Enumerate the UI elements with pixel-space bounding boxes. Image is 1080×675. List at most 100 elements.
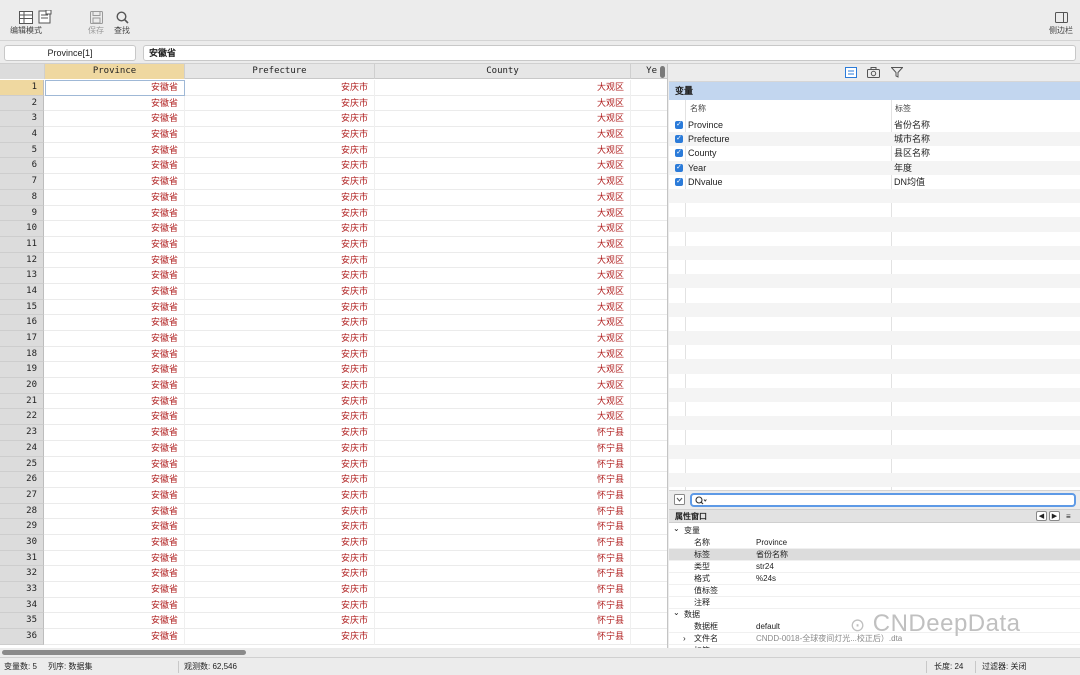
row-number[interactable]: 17 bbox=[0, 331, 44, 347]
cell-county[interactable]: 大观区 bbox=[375, 393, 631, 410]
table-row[interactable]: 29 安徽省 安庆市 怀宁县 bbox=[0, 519, 667, 535]
cell-year[interactable] bbox=[631, 613, 667, 629]
variables-manager-button[interactable] bbox=[38, 9, 52, 25]
cell-county[interactable]: 怀宁县 bbox=[375, 550, 631, 567]
table-row[interactable]: 14 安徽省 安庆市 大观区 bbox=[0, 283, 667, 300]
table-row[interactable]: 15 安徽省 安庆市 大观区 bbox=[0, 299, 667, 316]
cell-year[interactable] bbox=[631, 535, 667, 551]
row-number[interactable]: 24 bbox=[0, 440, 44, 457]
cell-year[interactable] bbox=[631, 488, 667, 504]
row-number[interactable]: 6 bbox=[0, 158, 44, 175]
row-number[interactable]: 9 bbox=[0, 205, 44, 222]
cell-prefecture[interactable]: 安庆市 bbox=[185, 487, 375, 504]
table-row[interactable]: 20 安徽省 安庆市 大观区 bbox=[0, 378, 667, 394]
row-number[interactable]: 8 bbox=[0, 189, 44, 206]
cell-prefecture[interactable]: 安庆市 bbox=[185, 362, 375, 379]
cell-prefecture[interactable]: 安庆市 bbox=[185, 283, 375, 300]
cell-prefecture[interactable]: 安庆市 bbox=[185, 550, 375, 567]
filter-icon[interactable] bbox=[890, 67, 904, 80]
cell-year[interactable] bbox=[631, 378, 667, 394]
next-icon[interactable]: ▶ bbox=[1049, 511, 1060, 521]
column-header-county[interactable]: County bbox=[375, 64, 631, 79]
cell-prefecture[interactable]: 安庆市 bbox=[185, 111, 375, 128]
cell-prefecture[interactable]: 安庆市 bbox=[185, 566, 375, 582]
cell-year[interactable] bbox=[631, 598, 667, 614]
table-row[interactable]: 33 安徽省 安庆市 怀宁县 bbox=[0, 582, 667, 598]
table-row[interactable]: 16 安徽省 安庆市 大观区 bbox=[0, 315, 667, 331]
row-number[interactable]: 25 bbox=[0, 456, 44, 473]
cell-year[interactable] bbox=[631, 582, 667, 598]
cell-county[interactable]: 怀宁县 bbox=[375, 456, 631, 473]
cell-county[interactable]: 大观区 bbox=[375, 142, 631, 159]
cell-year[interactable] bbox=[631, 143, 667, 159]
cell-county[interactable]: 大观区 bbox=[375, 158, 631, 175]
table-row[interactable]: 13 安徽省 安庆市 大观区 bbox=[0, 268, 667, 284]
row-number[interactable]: 18 bbox=[0, 346, 44, 363]
cell-prefecture[interactable]: 安庆市 bbox=[185, 440, 375, 457]
row-number[interactable]: 4 bbox=[0, 127, 44, 143]
table-row[interactable]: 25 安徽省 安庆市 怀宁县 bbox=[0, 456, 667, 473]
cell-prefecture[interactable]: 安庆市 bbox=[185, 456, 375, 473]
menu-icon[interactable]: ≡ bbox=[1066, 510, 1071, 523]
cell-prefecture[interactable]: 安庆市 bbox=[185, 534, 375, 551]
property-row[interactable]: 类型 str24 bbox=[669, 561, 1080, 573]
cell-county[interactable]: 大观区 bbox=[375, 346, 631, 363]
cell-year[interactable] bbox=[631, 253, 667, 269]
cell-value-field[interactable]: 安徽省 bbox=[143, 45, 1076, 61]
cell-province[interactable]: 安徽省 bbox=[45, 268, 185, 284]
table-row[interactable]: 28 安徽省 安庆市 怀宁县 bbox=[0, 503, 667, 520]
row-number[interactable]: 11 bbox=[0, 236, 44, 253]
cell-county[interactable]: 大观区 bbox=[375, 331, 631, 347]
cell-province[interactable]: 安徽省 bbox=[45, 425, 185, 441]
table-row[interactable]: 2 安徽省 安庆市 大观区 bbox=[0, 95, 667, 112]
cell-county[interactable]: 怀宁县 bbox=[375, 503, 631, 520]
row-number[interactable]: 28 bbox=[0, 503, 44, 520]
table-row[interactable]: 17 安徽省 安庆市 大观区 bbox=[0, 331, 667, 347]
row-number[interactable]: 19 bbox=[0, 362, 44, 379]
cell-province[interactable]: 安徽省 bbox=[45, 472, 185, 488]
row-number[interactable]: 5 bbox=[0, 142, 44, 159]
cell-province[interactable]: 安徽省 bbox=[45, 174, 185, 190]
cell-province[interactable]: 安徽省 bbox=[45, 236, 185, 253]
cell-year[interactable] bbox=[631, 519, 667, 535]
cell-year[interactable] bbox=[631, 174, 667, 190]
data-grid[interactable]: Province Prefecture County Ye 1 安徽省 安庆市 大观区… bbox=[0, 64, 668, 648]
row-number[interactable]: 32 bbox=[0, 566, 44, 582]
table-row[interactable]: 23 安徽省 安庆市 怀宁县 bbox=[0, 425, 667, 441]
variables-col-name[interactable]: 名称 bbox=[690, 100, 706, 118]
cell-prefecture[interactable]: 安庆市 bbox=[185, 597, 375, 614]
variable-row[interactable]: ✓ Province 省份名称 bbox=[669, 118, 1080, 132]
cell-county[interactable]: 怀宁县 bbox=[375, 472, 631, 488]
row-number[interactable]: 27 bbox=[0, 487, 44, 504]
cell-year[interactable] bbox=[631, 158, 667, 174]
cell-prefecture[interactable]: 安庆市 bbox=[185, 315, 375, 331]
cell-province[interactable]: 安徽省 bbox=[45, 127, 185, 143]
row-number[interactable]: 1 bbox=[0, 80, 44, 96]
cell-year[interactable] bbox=[631, 80, 667, 96]
corner-cell[interactable] bbox=[0, 64, 45, 79]
cell-county[interactable]: 大观区 bbox=[375, 111, 631, 128]
collapse-icon[interactable] bbox=[674, 494, 685, 507]
cell-year[interactable] bbox=[631, 629, 667, 645]
prev-icon[interactable]: ◀ bbox=[1036, 511, 1047, 521]
cell-reference-field[interactable]: Province[1] bbox=[4, 45, 136, 61]
cell-county[interactable]: 怀宁县 bbox=[375, 597, 631, 614]
column-header-prefecture[interactable]: Prefecture bbox=[185, 64, 375, 79]
cell-county[interactable]: 怀宁县 bbox=[375, 582, 631, 598]
cell-prefecture[interactable]: 安庆市 bbox=[185, 346, 375, 363]
cell-county[interactable]: 大观区 bbox=[375, 127, 631, 143]
table-row[interactable]: 3 安徽省 安庆市 大观区 bbox=[0, 111, 667, 128]
row-number[interactable]: 30 bbox=[0, 534, 44, 551]
cell-province[interactable]: 安徽省 bbox=[45, 142, 185, 159]
table-row[interactable]: 36 安徽省 安庆市 怀宁县 bbox=[0, 629, 667, 645]
cell-county[interactable]: 大观区 bbox=[375, 362, 631, 379]
cell-prefecture[interactable]: 安庆市 bbox=[185, 158, 375, 175]
variables-tab-icon[interactable] bbox=[845, 67, 857, 80]
cell-province[interactable]: 安徽省 bbox=[45, 252, 185, 269]
cell-province[interactable]: 安徽省 bbox=[45, 346, 185, 363]
cell-prefecture[interactable]: 安庆市 bbox=[185, 80, 375, 96]
table-row[interactable]: 27 安徽省 安庆市 怀宁县 bbox=[0, 487, 667, 504]
table-row[interactable]: 6 安徽省 安庆市 大观区 bbox=[0, 158, 667, 175]
row-number[interactable]: 22 bbox=[0, 409, 44, 426]
cell-county[interactable]: 大观区 bbox=[375, 409, 631, 426]
